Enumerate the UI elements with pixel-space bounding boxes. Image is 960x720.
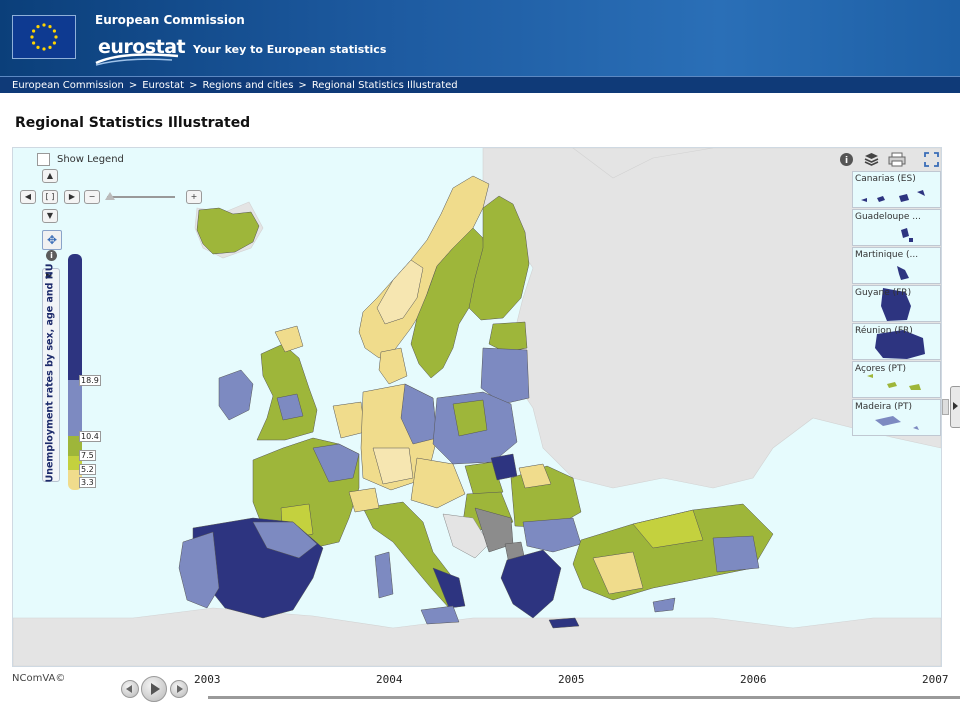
legend-break-label: 10.4 <box>79 431 101 442</box>
breadcrumb-item[interactable]: European Commission <box>12 80 124 91</box>
play-button[interactable] <box>141 676 167 702</box>
print-icon[interactable] <box>888 152 906 167</box>
breadcrumb-item[interactable]: Eurostat <box>142 80 184 91</box>
indicator-info-icon[interactable]: i <box>46 250 57 261</box>
breadcrumb-item[interactable]: Regional Statistics Illustrated <box>312 80 458 91</box>
legend-break-label: 7.5 <box>79 450 96 461</box>
timeline-year[interactable]: 2007 <box>922 673 949 686</box>
breadcrumb-item[interactable]: Regions and cities <box>202 80 293 91</box>
eurostat-swoosh-graphic <box>95 53 179 66</box>
timeline-year[interactable]: 2006 <box>740 673 767 686</box>
timeline-year[interactable]: 2005 <box>558 673 585 686</box>
pan-down-button[interactable]: ▼ <box>42 209 58 223</box>
inset-label[interactable]: Réunion (FR) <box>855 326 913 336</box>
timeline-year[interactable]: 2003 <box>194 673 221 686</box>
inset-label[interactable]: Martinique (... <box>855 250 918 260</box>
europe-choropleth-map[interactable] <box>13 148 941 666</box>
breadcrumb-separator: > <box>128 79 138 91</box>
indicator-label: Unemployment rates by sex, age and NU <box>44 263 56 483</box>
inset-label[interactable]: Guyane (FR) <box>855 288 911 298</box>
breadcrumb-separator: > <box>189 79 198 91</box>
zoom-out-button[interactable]: − <box>84 190 100 204</box>
legend-class-1 <box>68 254 82 380</box>
inset-label[interactable]: Guadeloupe ... <box>855 212 921 222</box>
inset-map-martinique[interactable]: Martinique (... <box>852 247 941 284</box>
inset-map-acores[interactable]: Açores (PT) <box>852 361 941 398</box>
show-legend-label[interactable]: Show Legend <box>57 154 124 165</box>
pan-right-button[interactable]: ▶ <box>64 190 80 204</box>
inset-map-reunion[interactable]: Réunion (FR) <box>852 323 941 360</box>
inset-map-canarias[interactable]: Canarias (ES) <box>852 171 941 208</box>
eu-flag-logo[interactable] <box>12 15 76 59</box>
timeline-year[interactable]: 2004 <box>376 673 403 686</box>
site-header: European Commission eurostat Your key to… <box>0 0 960 76</box>
legend-class-2 <box>68 380 82 436</box>
inset-map-guyane[interactable]: Guyane (FR) <box>852 285 941 322</box>
site-tagline: Your key to European statistics <box>193 43 387 56</box>
organization-name[interactable]: European Commission <box>95 13 245 27</box>
play-icon <box>151 683 160 695</box>
show-legend-toggle[interactable]: Show Legend <box>37 153 124 166</box>
show-legend-checkbox[interactable] <box>37 153 50 166</box>
pan-up-button[interactable]: ▲ <box>42 169 58 183</box>
inset-map-guadeloupe[interactable]: Guadeloupe ... <box>852 209 941 246</box>
breadcrumb-separator: > <box>298 79 307 91</box>
full-extent-button[interactable]: [ ] <box>42 190 58 204</box>
side-panel-toggle[interactable] <box>950 386 960 428</box>
layers-icon[interactable] <box>864 152 879 167</box>
info-icon[interactable]: i <box>839 152 854 167</box>
inset-panel-scrollbar[interactable] <box>942 399 949 415</box>
step-back-button[interactable] <box>121 680 139 698</box>
move-tool-icon[interactable]: ✥ <box>42 230 62 250</box>
fast-forward-icon <box>177 685 183 693</box>
zoom-in-button[interactable]: + <box>186 190 202 204</box>
inset-map-madeira[interactable]: Madeira (PT) <box>852 399 941 436</box>
step-forward-button[interactable] <box>170 680 188 698</box>
timeline-slider[interactable] <box>208 696 960 699</box>
pan-left-button[interactable]: ◀ <box>20 190 36 204</box>
fullscreen-icon[interactable] <box>924 152 939 167</box>
page-title: Regional Statistics Illustrated <box>15 115 251 131</box>
indicator-selector[interactable]: ▶ Unemployment rates by sex, age and NU <box>42 263 60 483</box>
breadcrumb: European Commission > Eurostat > Regions… <box>0 76 960 93</box>
inset-label[interactable]: Madeira (PT) <box>855 402 912 412</box>
legend-break-label: 18.9 <box>79 375 101 386</box>
legend-break-label: 5.2 <box>79 464 96 475</box>
rewind-icon <box>126 685 132 693</box>
map-credit: NComVA© <box>12 673 66 684</box>
svg-text:i: i <box>845 156 848 166</box>
zoom-slider[interactable] <box>107 196 175 198</box>
zoom-slider-thumb[interactable] <box>105 192 115 200</box>
expand-right-icon <box>953 402 958 410</box>
inset-label[interactable]: Açores (PT) <box>855 364 906 374</box>
map-panel[interactable]: Show Legend ▲ ◀ [ ] ▶ ▼ − + ✥ i ▶ Unempl… <box>12 147 942 667</box>
legend-break-label: 3.3 <box>79 477 96 488</box>
inset-label[interactable]: Canarias (ES) <box>855 174 916 184</box>
